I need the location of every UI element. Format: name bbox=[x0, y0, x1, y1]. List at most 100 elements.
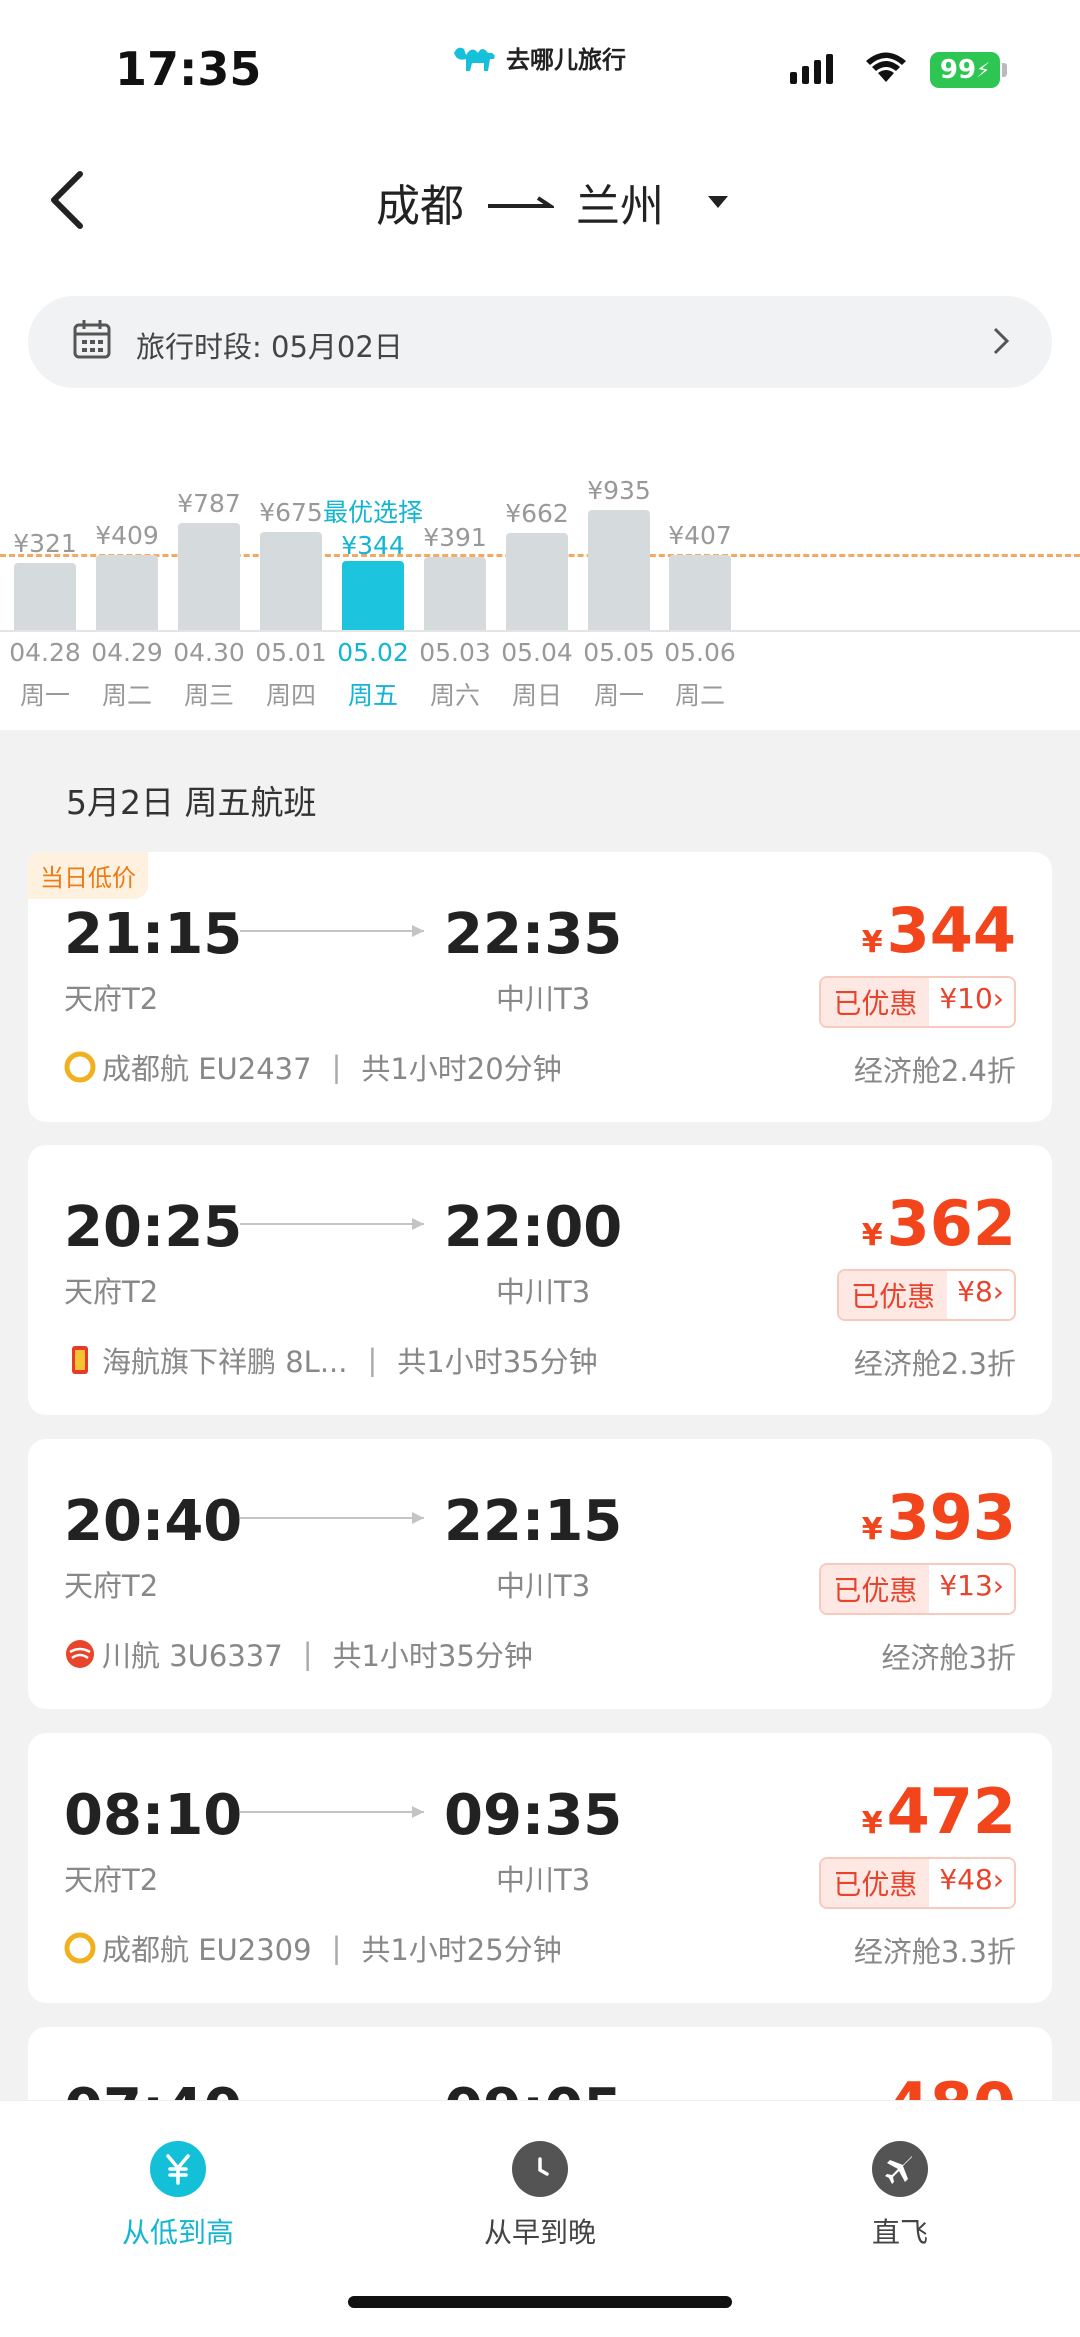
price-bar-label: ¥407 bbox=[668, 521, 732, 550]
plane-icon bbox=[872, 2141, 928, 2197]
separator: | bbox=[367, 1343, 378, 1377]
chengdu-airlines-logo-icon bbox=[64, 1051, 96, 1083]
price-day-column[interactable]: ¥407 05.06 周二 bbox=[651, 470, 773, 720]
route-arrow-icon bbox=[488, 196, 554, 208]
discount-badge[interactable]: 已优惠 ¥48› bbox=[819, 1857, 1016, 1909]
separator: | bbox=[302, 1637, 313, 1671]
price-bar bbox=[260, 532, 322, 630]
flight-card[interactable]: 20:40 22:15 ¥393 天府T2 中川T3 已优惠 ¥13› 川航 3U6337 | 共… bbox=[28, 1439, 1052, 1709]
battery-tip bbox=[1002, 63, 1007, 77]
status-bar: 17:35 去哪儿旅行 99 ⚡ bbox=[0, 0, 1080, 120]
battery-level: 99 bbox=[939, 55, 977, 85]
chevron-right-icon bbox=[993, 327, 1010, 355]
discount-label: 已优惠 bbox=[821, 1565, 930, 1613]
route-selector[interactable]: 成都 兰州 bbox=[376, 170, 730, 234]
yen-symbol: ¥ bbox=[861, 1512, 883, 1547]
flight-duration: 共1小时35分钟 bbox=[332, 1639, 533, 1673]
yen-symbol: ¥ bbox=[861, 925, 883, 960]
header: 成都 兰州 bbox=[0, 150, 1080, 250]
price-day-weekday: 周二 bbox=[674, 681, 725, 710]
flight-duration: 共1小时35分钟 bbox=[397, 1345, 598, 1379]
airline-flight-no: 海航旗下祥鹏 8L... bbox=[102, 1345, 348, 1379]
discount-badge[interactable]: 已优惠 ¥13› bbox=[819, 1563, 1016, 1615]
clock-icon bbox=[512, 2141, 568, 2197]
cabin-class: 经济舱3.3折 bbox=[853, 1935, 1016, 1969]
departure-terminal: 天府T2 bbox=[64, 982, 159, 1016]
route-to: 兰州 bbox=[576, 181, 664, 232]
yen-icon bbox=[150, 2141, 206, 2197]
caret-down-icon bbox=[708, 196, 728, 208]
flight-info: 成都航 EU2309 | 共1小时25分钟 bbox=[64, 1927, 562, 1969]
discount-label: 已优惠 bbox=[821, 978, 930, 1026]
back-arrow-icon[interactable] bbox=[40, 164, 100, 236]
tab-direct[interactable]: 直飞 bbox=[810, 2141, 990, 2251]
battery-icon: 99 ⚡ bbox=[930, 52, 1000, 88]
sichuan-airlines-logo-icon bbox=[66, 1640, 94, 1668]
flight-card[interactable]: 08:10 09:35 ¥472 天府T2 中川T3 已优惠 ¥48› 成都航 EU2309 |… bbox=[28, 1733, 1052, 2003]
departure-terminal: 天府T2 bbox=[64, 1569, 159, 1603]
flight-arrow bbox=[240, 1218, 424, 1230]
airline-flight-no: 成都航 EU2437 bbox=[102, 1052, 312, 1086]
flight-duration: 共1小时25分钟 bbox=[361, 1933, 562, 1967]
discount-value: ¥8› bbox=[947, 1271, 1014, 1319]
discount-value: ¥48› bbox=[929, 1859, 1014, 1907]
arrival-terminal: 中川T3 bbox=[496, 982, 591, 1016]
status-time: 17:35 bbox=[115, 42, 262, 96]
home-indicator bbox=[348, 2296, 732, 2308]
discount-value: ¥10› bbox=[929, 978, 1014, 1026]
flight-arrow bbox=[240, 925, 424, 937]
route-from: 成都 bbox=[376, 181, 464, 232]
price-day-date: 05.06 bbox=[664, 638, 736, 667]
flight-price: ¥393 bbox=[862, 1481, 1016, 1554]
brand: 去哪儿旅行 bbox=[452, 40, 626, 75]
luckyair-logo-icon bbox=[72, 1346, 88, 1374]
airline-flight-no: 成都航 EU2309 bbox=[102, 1933, 312, 1967]
flight-card[interactable]: 当日低价 21:15 22:35 ¥344 天府T2 中川T3 已优惠 ¥10› 成都航 EU2… bbox=[28, 852, 1052, 1122]
departure-terminal: 天府T2 bbox=[64, 1863, 159, 1897]
discount-badge[interactable]: 已优惠 ¥8› bbox=[837, 1269, 1016, 1321]
tab-sort-time[interactable]: 从早到晚 bbox=[450, 2141, 630, 2251]
flight-info: 海航旗下祥鹏 8L... | 共1小时35分钟 bbox=[64, 1339, 598, 1381]
discount-label: 已优惠 bbox=[839, 1271, 948, 1319]
cabin-class: 经济舱2.4折 bbox=[853, 1054, 1016, 1088]
price-bar bbox=[178, 523, 240, 630]
brand-text: 去哪儿旅行 bbox=[506, 46, 626, 74]
flight-info: 成都航 EU2437 | 共1小时20分钟 bbox=[64, 1046, 562, 1088]
flight-price: ¥344 bbox=[862, 894, 1016, 967]
discount-value: ¥13› bbox=[929, 1565, 1014, 1613]
departure-terminal: 天府T2 bbox=[64, 1275, 159, 1309]
travel-period-label: 旅行时段: 05月02日 bbox=[136, 330, 403, 364]
travel-period-bar[interactable]: 旅行时段: 05月02日 bbox=[28, 296, 1052, 388]
price-value: 472 bbox=[886, 1775, 1016, 1848]
departure-time: 21:15 bbox=[64, 902, 243, 967]
flight-price: ¥362 bbox=[862, 1187, 1016, 1260]
price-value: 344 bbox=[886, 894, 1016, 967]
separator: | bbox=[331, 1931, 342, 1965]
flight-info: 川航 3U6337 | 共1小时35分钟 bbox=[64, 1633, 533, 1675]
price-bar bbox=[669, 555, 731, 630]
calendar-icon bbox=[73, 320, 111, 359]
cabin-class: 经济舱3折 bbox=[881, 1641, 1016, 1675]
flight-price: ¥472 bbox=[862, 1775, 1016, 1848]
arrival-time: 22:00 bbox=[444, 1195, 623, 1260]
tab-label: 从早到晚 bbox=[483, 2216, 596, 2249]
separator: | bbox=[331, 1050, 342, 1084]
discount-badge[interactable]: 已优惠 ¥10› bbox=[819, 976, 1016, 1028]
price-calendar-chart: ¥321 04.28 周一 ¥409 04.29 周二 ¥787 04.30 周三 ¥675 05.… bbox=[0, 470, 1080, 720]
arrival-terminal: 中川T3 bbox=[496, 1275, 591, 1309]
price-bar bbox=[424, 557, 486, 630]
arrival-terminal: 中川T3 bbox=[496, 1569, 591, 1603]
flight-duration: 共1小时20分钟 bbox=[361, 1052, 562, 1086]
departure-time: 20:40 bbox=[64, 1489, 243, 1554]
arrival-time: 22:35 bbox=[444, 902, 623, 967]
tab-sort-price[interactable]: 从低到高 bbox=[88, 2141, 268, 2251]
departure-time: 08:10 bbox=[64, 1783, 243, 1848]
flight-card[interactable]: 20:25 22:00 ¥362 天府T2 中川T3 已优惠 ¥8› 海航旗下祥鹏 8L...… bbox=[28, 1145, 1052, 1415]
flight-arrow bbox=[240, 1512, 424, 1524]
arrival-time: 22:15 bbox=[444, 1489, 623, 1554]
price-bar bbox=[588, 510, 650, 630]
airline-flight-no: 川航 3U6337 bbox=[102, 1639, 283, 1673]
arrival-terminal: 中川T3 bbox=[496, 1863, 591, 1897]
price-bar bbox=[342, 561, 404, 630]
price-value: 362 bbox=[886, 1187, 1016, 1260]
